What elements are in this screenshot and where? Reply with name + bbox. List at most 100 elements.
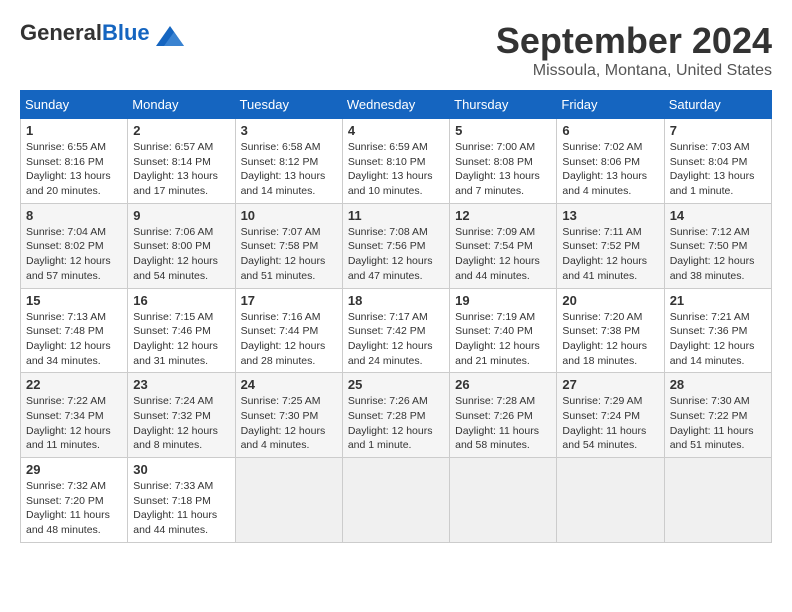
calendar-cell: 8 Sunrise: 7:04 AM Sunset: 8:02 PM Dayli… (21, 203, 128, 288)
day-info: Sunrise: 7:12 AM Sunset: 7:50 PM Dayligh… (670, 225, 766, 284)
day-number: 29 (26, 462, 122, 477)
sunset-label: Sunset: 7:48 PM (26, 325, 104, 337)
sunset-label: Sunset: 7:22 PM (670, 410, 748, 422)
daylight-label: Daylight: 12 hours and 24 minutes. (348, 340, 433, 367)
col-saturday: Saturday (664, 91, 771, 119)
daylight-label: Daylight: 13 hours and 17 minutes. (133, 170, 218, 197)
calendar-week-row: 29 Sunrise: 7:32 AM Sunset: 7:20 PM Dayl… (21, 458, 772, 543)
day-number: 6 (562, 123, 658, 138)
sunset-label: Sunset: 8:12 PM (241, 156, 319, 168)
calendar-cell: 7 Sunrise: 7:03 AM Sunset: 8:04 PM Dayli… (664, 119, 771, 204)
calendar-cell: 6 Sunrise: 7:02 AM Sunset: 8:06 PM Dayli… (557, 119, 664, 204)
day-info: Sunrise: 7:03 AM Sunset: 8:04 PM Dayligh… (670, 140, 766, 199)
daylight-label: Daylight: 12 hours and 28 minutes. (241, 340, 326, 367)
sunrise-label: Sunrise: 7:26 AM (348, 395, 428, 407)
daylight-label: Daylight: 13 hours and 20 minutes. (26, 170, 111, 197)
day-number: 27 (562, 377, 658, 392)
sunset-label: Sunset: 7:36 PM (670, 325, 748, 337)
day-info: Sunrise: 7:04 AM Sunset: 8:02 PM Dayligh… (26, 225, 122, 284)
day-number: 14 (670, 208, 766, 223)
day-number: 22 (26, 377, 122, 392)
calendar-cell: 18 Sunrise: 7:17 AM Sunset: 7:42 PM Dayl… (342, 288, 449, 373)
sunrise-label: Sunrise: 7:02 AM (562, 141, 642, 153)
day-info: Sunrise: 7:07 AM Sunset: 7:58 PM Dayligh… (241, 225, 337, 284)
logo-blue-text: Blue (102, 20, 150, 45)
sunset-label: Sunset: 7:54 PM (455, 240, 533, 252)
sunrise-label: Sunrise: 7:00 AM (455, 141, 535, 153)
sunrise-label: Sunrise: 7:19 AM (455, 311, 535, 323)
sunset-label: Sunset: 8:06 PM (562, 156, 640, 168)
daylight-label: Daylight: 13 hours and 1 minute. (670, 170, 755, 197)
sunrise-label: Sunrise: 7:13 AM (26, 311, 106, 323)
daylight-label: Daylight: 12 hours and 14 minutes. (670, 340, 755, 367)
calendar-cell: 27 Sunrise: 7:29 AM Sunset: 7:24 PM Dayl… (557, 373, 664, 458)
calendar-cell (450, 458, 557, 543)
sunset-label: Sunset: 8:00 PM (133, 240, 211, 252)
calendar-cell: 15 Sunrise: 7:13 AM Sunset: 7:48 PM Dayl… (21, 288, 128, 373)
daylight-label: Daylight: 12 hours and 51 minutes. (241, 255, 326, 282)
sunset-label: Sunset: 7:50 PM (670, 240, 748, 252)
day-info: Sunrise: 7:33 AM Sunset: 7:18 PM Dayligh… (133, 479, 229, 538)
sunrise-label: Sunrise: 6:55 AM (26, 141, 106, 153)
day-number: 3 (241, 123, 337, 138)
calendar-cell: 28 Sunrise: 7:30 AM Sunset: 7:22 PM Dayl… (664, 373, 771, 458)
day-info: Sunrise: 7:21 AM Sunset: 7:36 PM Dayligh… (670, 310, 766, 369)
sunrise-label: Sunrise: 7:08 AM (348, 226, 428, 238)
day-number: 11 (348, 208, 444, 223)
calendar-week-row: 1 Sunrise: 6:55 AM Sunset: 8:16 PM Dayli… (21, 119, 772, 204)
calendar-cell: 1 Sunrise: 6:55 AM Sunset: 8:16 PM Dayli… (21, 119, 128, 204)
sunset-label: Sunset: 7:42 PM (348, 325, 426, 337)
day-info: Sunrise: 7:19 AM Sunset: 7:40 PM Dayligh… (455, 310, 551, 369)
day-info: Sunrise: 7:26 AM Sunset: 7:28 PM Dayligh… (348, 394, 444, 453)
sunset-label: Sunset: 7:28 PM (348, 410, 426, 422)
daylight-label: Daylight: 11 hours and 54 minutes. (562, 425, 646, 452)
day-number: 2 (133, 123, 229, 138)
calendar-cell: 5 Sunrise: 7:00 AM Sunset: 8:08 PM Dayli… (450, 119, 557, 204)
calendar-cell: 13 Sunrise: 7:11 AM Sunset: 7:52 PM Dayl… (557, 203, 664, 288)
day-number: 10 (241, 208, 337, 223)
calendar-cell: 3 Sunrise: 6:58 AM Sunset: 8:12 PM Dayli… (235, 119, 342, 204)
sunset-label: Sunset: 7:34 PM (26, 410, 104, 422)
daylight-label: Daylight: 12 hours and 4 minutes. (241, 425, 326, 452)
page-header: GeneralBlue September 2024 Missoula, Mon… (20, 20, 772, 80)
day-info: Sunrise: 7:00 AM Sunset: 8:08 PM Dayligh… (455, 140, 551, 199)
day-info: Sunrise: 7:08 AM Sunset: 7:56 PM Dayligh… (348, 225, 444, 284)
day-number: 4 (348, 123, 444, 138)
daylight-label: Daylight: 12 hours and 31 minutes. (133, 340, 218, 367)
day-info: Sunrise: 7:32 AM Sunset: 7:20 PM Dayligh… (26, 479, 122, 538)
sunrise-label: Sunrise: 7:21 AM (670, 311, 750, 323)
calendar-cell: 23 Sunrise: 7:24 AM Sunset: 7:32 PM Dayl… (128, 373, 235, 458)
sunrise-label: Sunrise: 7:04 AM (26, 226, 106, 238)
daylight-label: Daylight: 12 hours and 41 minutes. (562, 255, 647, 282)
day-number: 20 (562, 293, 658, 308)
sunset-label: Sunset: 7:26 PM (455, 410, 533, 422)
calendar-cell: 14 Sunrise: 7:12 AM Sunset: 7:50 PM Dayl… (664, 203, 771, 288)
sunset-label: Sunset: 8:14 PM (133, 156, 211, 168)
col-tuesday: Tuesday (235, 91, 342, 119)
sunset-label: Sunset: 7:40 PM (455, 325, 533, 337)
daylight-label: Daylight: 13 hours and 7 minutes. (455, 170, 540, 197)
day-number: 16 (133, 293, 229, 308)
daylight-label: Daylight: 12 hours and 1 minute. (348, 425, 433, 452)
calendar-cell: 2 Sunrise: 6:57 AM Sunset: 8:14 PM Dayli… (128, 119, 235, 204)
sunrise-label: Sunrise: 7:33 AM (133, 480, 213, 492)
sunset-label: Sunset: 7:58 PM (241, 240, 319, 252)
calendar-cell: 22 Sunrise: 7:22 AM Sunset: 7:34 PM Dayl… (21, 373, 128, 458)
daylight-label: Daylight: 11 hours and 51 minutes. (670, 425, 754, 452)
day-info: Sunrise: 7:30 AM Sunset: 7:22 PM Dayligh… (670, 394, 766, 453)
day-info: Sunrise: 7:02 AM Sunset: 8:06 PM Dayligh… (562, 140, 658, 199)
sunrise-label: Sunrise: 7:32 AM (26, 480, 106, 492)
calendar-table: Sunday Monday Tuesday Wednesday Thursday… (20, 90, 772, 543)
sunset-label: Sunset: 8:02 PM (26, 240, 104, 252)
day-number: 30 (133, 462, 229, 477)
day-number: 18 (348, 293, 444, 308)
day-info: Sunrise: 7:16 AM Sunset: 7:44 PM Dayligh… (241, 310, 337, 369)
calendar-cell: 11 Sunrise: 7:08 AM Sunset: 7:56 PM Dayl… (342, 203, 449, 288)
day-number: 25 (348, 377, 444, 392)
col-friday: Friday (557, 91, 664, 119)
calendar-cell: 10 Sunrise: 7:07 AM Sunset: 7:58 PM Dayl… (235, 203, 342, 288)
sunrise-label: Sunrise: 7:11 AM (562, 226, 641, 238)
sunrise-label: Sunrise: 6:57 AM (133, 141, 213, 153)
calendar-cell (235, 458, 342, 543)
logo: GeneralBlue (20, 20, 184, 46)
